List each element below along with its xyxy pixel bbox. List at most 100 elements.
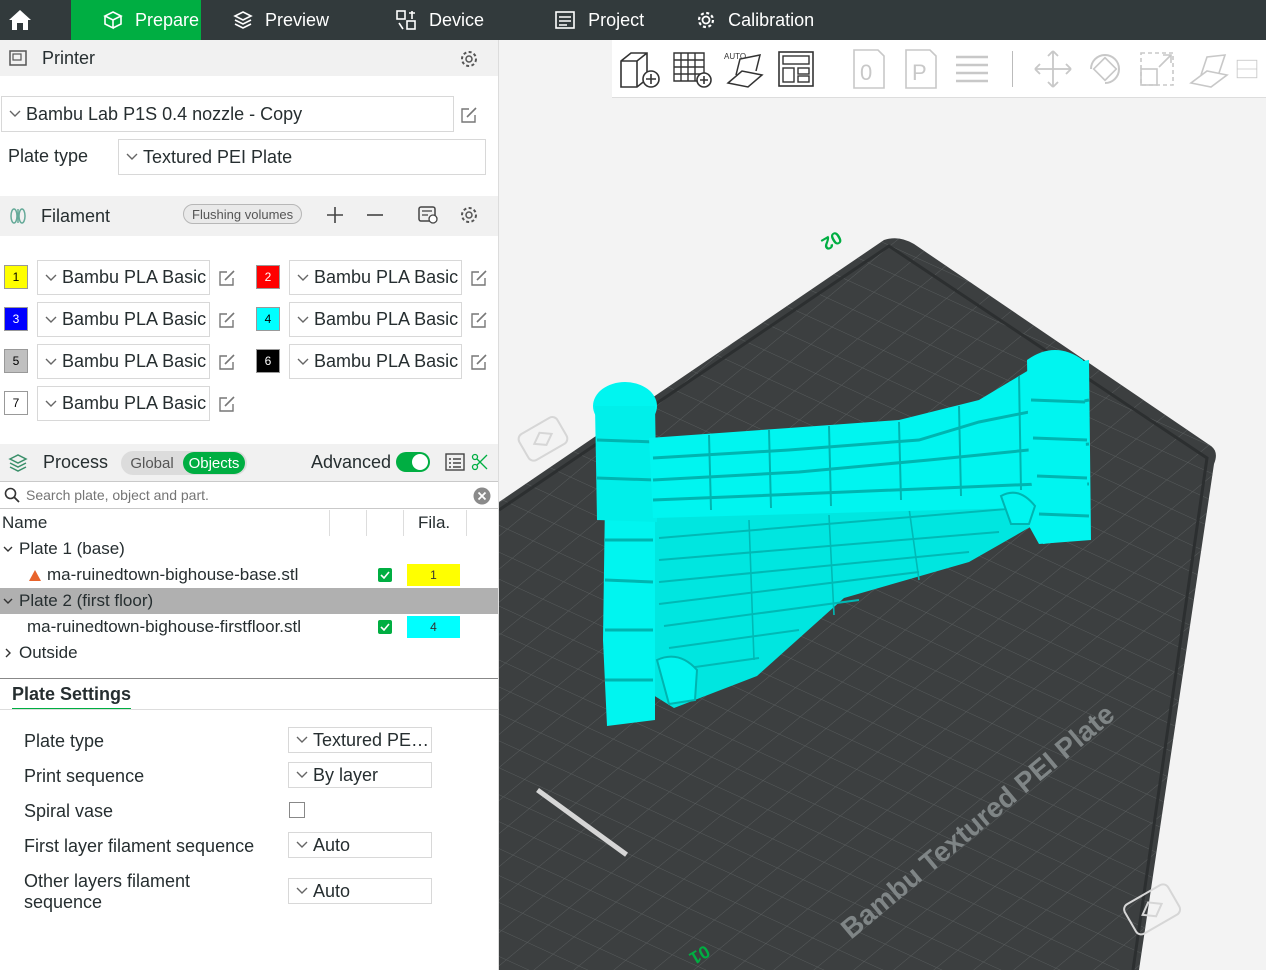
device-icon [396, 10, 416, 30]
svg-text:P: P [912, 60, 927, 85]
plate-settings-tab[interactable]: Plate Settings [12, 684, 132, 710]
arrange-button[interactable] [770, 43, 822, 95]
add-plate-button[interactable] [666, 43, 718, 95]
tab-device[interactable]: Device [395, 0, 484, 40]
tree-plate-1[interactable]: Plate 1 (base) [0, 536, 498, 562]
remove-filament-button[interactable] [364, 204, 386, 226]
filament-swatch-4[interactable]: 4 [256, 307, 280, 331]
cut-icon [1236, 59, 1258, 78]
printer-settings-button[interactable] [458, 48, 480, 70]
object-firstfloor-filament-chip[interactable]: 4 [407, 616, 460, 638]
edit-filament-button-7[interactable] [216, 393, 238, 415]
ps-other-layers-label-line2: sequence [24, 892, 103, 912]
column-divider [366, 510, 367, 536]
filament-name-5: Bambu PLA Basic [62, 351, 207, 371]
sync-ams-button[interactable] [416, 204, 440, 226]
ps-spiral-vase-label: Spiral vase [24, 801, 114, 821]
ps-other-layers-value: Auto [313, 880, 351, 901]
divider [0, 709, 498, 710]
filament-name-7: Bambu PLA Basic [62, 393, 207, 413]
home-button[interactable] [0, 0, 40, 40]
printer-plate-type-select[interactable]: Textured PEI Plate [118, 139, 486, 175]
tab-preview[interactable]: Preview [233, 0, 329, 40]
3d-viewport[interactable]: 02 01 Bambu Textured PEI Plate [499, 40, 1266, 970]
move-icon [1034, 49, 1072, 88]
object-base-visible-checkbox[interactable] [378, 568, 392, 582]
filament-number-6: 6 [264, 354, 272, 368]
ps-print-sequence-select[interactable]: By layer [288, 762, 432, 788]
object-base-filament-chip[interactable]: 1 [407, 564, 460, 586]
printer-plate-type-label: Plate type [8, 146, 89, 166]
filament-select-6[interactable]: Bambu PLA Basic [289, 344, 462, 379]
filament-select-7[interactable]: Bambu PLA Basic [37, 386, 210, 421]
ps-first-layer-select[interactable]: Auto [288, 832, 432, 858]
gear-icon [461, 51, 477, 67]
chevron-down-icon [3, 598, 13, 604]
ps-other-layers-select[interactable]: Auto [288, 878, 432, 904]
ps-plate-type-select[interactable]: Textured PEI... [288, 727, 432, 753]
printer-preset-select[interactable]: Bambu Lab P1S 0.4 nozzle - Copy [1, 96, 454, 132]
column-divider [329, 510, 330, 536]
plate-number-label: 02 [818, 227, 845, 254]
chevron-down-icon [123, 153, 141, 161]
filament-swatch-3[interactable]: 3 [4, 307, 28, 331]
edit-filament-button-4[interactable] [468, 309, 490, 331]
filament-swatch-2[interactable]: 2 [256, 265, 280, 289]
outside-label: Outside [19, 643, 78, 662]
filament-swatch-1[interactable]: 1 [4, 265, 28, 289]
scale-icon [1140, 51, 1174, 86]
advanced-label: Advanced [311, 452, 392, 472]
move-button [1027, 43, 1079, 95]
process-objects-tab[interactable]: Objects [183, 452, 245, 474]
filament-select-3[interactable]: Bambu PLA Basic [37, 302, 210, 337]
flushing-volumes-button[interactable]: Flushing volumes [183, 204, 303, 224]
tree-outside[interactable]: Outside [0, 640, 498, 666]
tree-plate-2[interactable]: Plate 2 (first floor) [0, 588, 498, 614]
tab-calibration[interactable]: Calibration [696, 0, 814, 40]
filament-select-4[interactable]: Bambu PLA Basic [289, 302, 462, 337]
layers-icon [233, 11, 253, 29]
edit-filament-button-5[interactable] [216, 351, 238, 373]
filament-name-4: Bambu PLA Basic [314, 309, 459, 329]
edit-filament-button-6[interactable] [468, 351, 490, 373]
tree-object-firstfloor[interactable]: ma-ruinedtown-bighouse-firstfloor.stl 4 [0, 614, 498, 640]
edit-icon [219, 354, 235, 370]
edit-filament-button-3[interactable] [216, 309, 238, 331]
add-cube-icon [620, 51, 660, 88]
filament-swatch-5[interactable]: 5 [4, 349, 28, 373]
top-nav-bar: Prepare Preview Device Project Calibrati… [0, 0, 1266, 40]
column-name-header: Name [2, 513, 48, 532]
check-icon [380, 623, 390, 631]
filament-select-5[interactable]: Bambu PLA Basic [37, 344, 210, 379]
process-global-tab[interactable]: Global [121, 455, 183, 472]
tree-object-base[interactable]: ma-ruinedtown-bighouse-base.stl 1 [0, 562, 498, 588]
edit-filament-button-2[interactable] [468, 267, 490, 289]
process-list-button[interactable] [444, 451, 466, 473]
advanced-toggle[interactable] [396, 452, 430, 472]
clear-icon [473, 487, 491, 505]
chevron-down-icon [293, 887, 311, 895]
edit-filament-button-1[interactable] [216, 267, 238, 289]
tab-prepare[interactable]: Prepare [71, 0, 201, 40]
filament-select-1[interactable]: Bambu PLA Basic [37, 260, 210, 295]
add-filament-button[interactable] [324, 204, 346, 226]
ps-other-layers-label-line1: Other layers filament [24, 871, 191, 891]
auto-orient-button[interactable]: AUTO [718, 43, 770, 95]
add-object-button[interactable] [614, 43, 666, 95]
object-firstfloor-visible-checkbox[interactable] [378, 620, 392, 634]
object-search-input[interactable] [26, 487, 456, 503]
filament-settings-button[interactable] [458, 204, 480, 226]
tab-project[interactable]: Project [554, 0, 644, 40]
clear-search-button[interactable] [472, 486, 492, 506]
svg-text:AUTO: AUTO [724, 52, 746, 61]
list-icon [445, 453, 465, 471]
process-compare-button[interactable] [470, 451, 490, 473]
filament-select-2[interactable]: Bambu PLA Basic [289, 260, 462, 295]
toolbar-divider [1012, 50, 1013, 87]
filament-swatch-7[interactable]: 7 [4, 391, 28, 415]
filament-swatch-6[interactable]: 6 [256, 349, 280, 373]
edit-printer-button[interactable] [458, 104, 480, 126]
layers-button [946, 43, 998, 95]
ps-spiral-vase-checkbox[interactable] [289, 802, 305, 818]
compare-icon [471, 453, 488, 471]
